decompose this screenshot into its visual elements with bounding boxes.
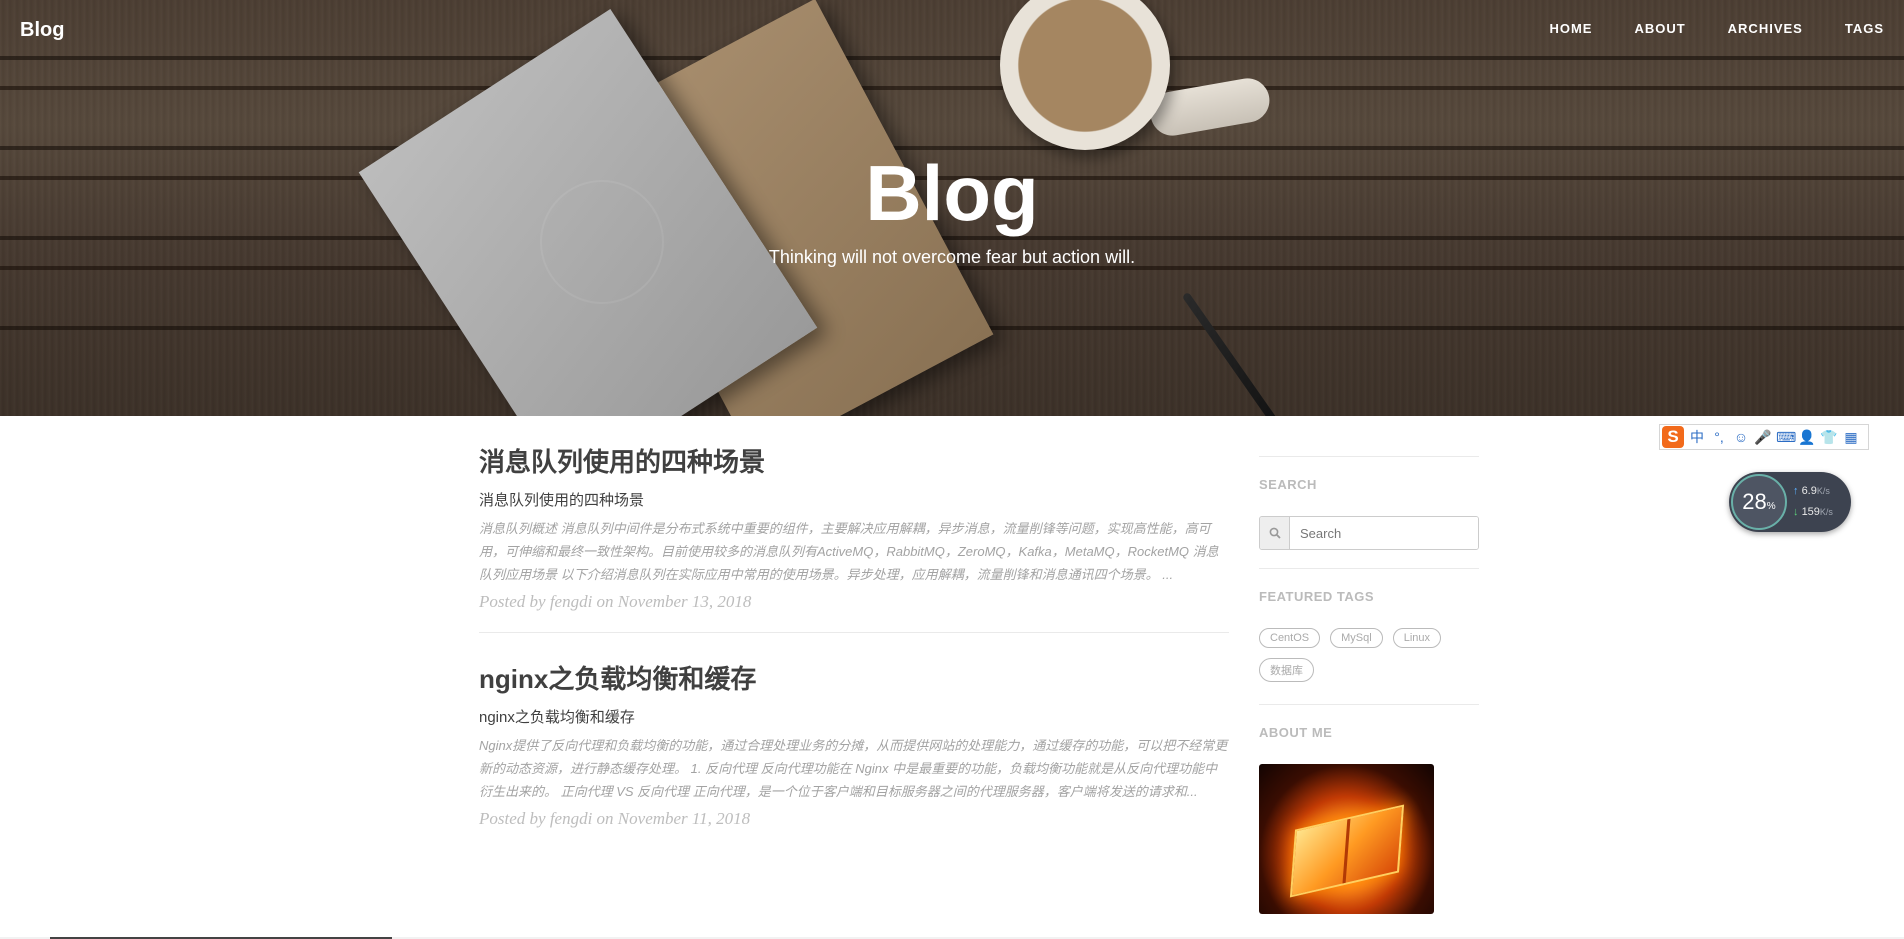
post-list: 消息队列使用的四种场景 消息队列使用的四种场景 消息队列概述 消息队列中间件是分… [479, 440, 1229, 829]
tag-list: CentOS MySql Linux 数据库 [1259, 628, 1479, 682]
post-meta: Posted by fengdi on November 13, 2018 [479, 592, 752, 611]
post-excerpt[interactable]: 消息队列概述 消息队列中间件是分布式系统中重要的组件，主要解决应用解耦，异步消息… [479, 517, 1229, 586]
upload-arrow-icon: ↑ [1793, 485, 1799, 497]
microphone-icon[interactable]: 🎤 [1754, 429, 1772, 446]
site-title: Blog [865, 149, 1039, 237]
network-speed-widget[interactable]: 28% ↑ 6.9K/s ↓ 159K/s [1729, 472, 1851, 532]
site-subtitle: Thinking will not overcome fear but acti… [768, 247, 1136, 267]
sidebar-divider [1259, 456, 1479, 457]
sidebar-divider [1259, 568, 1479, 569]
search-heading: SEARCH [1259, 477, 1317, 492]
post-preview: nginx之负载均衡和缓存 nginx之负载均衡和缓存 Nginx提供了反向代理… [479, 657, 1229, 829]
sogou-logo-icon[interactable]: S [1662, 426, 1684, 448]
post-meta: Posted by fengdi on November 11, 2018 [479, 809, 751, 828]
ime-toolbar: S 中 °, ☺ 🎤 ⌨ 👤 👕 ▦ [1659, 424, 1869, 450]
about-me-heading: ABOUT ME [1259, 725, 1333, 740]
nav-home-link[interactable]: HOME [1549, 21, 1592, 36]
upload-speed-unit: K/s [1816, 486, 1830, 496]
search-box [1259, 516, 1479, 550]
upload-speed-value: 6.9 [1801, 485, 1817, 497]
nav-archives-link[interactable]: ARCHIVES [1728, 21, 1803, 36]
nav-tags-link[interactable]: TAGS [1845, 21, 1884, 36]
download-arrow-icon: ↓ [1793, 506, 1799, 518]
nav-about-link[interactable]: ABOUT [1634, 21, 1685, 36]
user-icon[interactable]: 👤 [1798, 429, 1816, 446]
post-title-link[interactable]: 消息队列使用的四种场景 [479, 440, 1229, 484]
usage-percent-unit: % [1766, 500, 1776, 512]
post-divider [479, 632, 1229, 633]
search-icon [1260, 517, 1290, 549]
download-speed: ↓ 159K/s [1793, 506, 1833, 518]
skin-shirt-icon[interactable]: 👕 [1820, 429, 1838, 446]
main-nav: HOME ABOUT ARCHIVES TAGS [1507, 21, 1884, 36]
chinese-mode-icon[interactable]: 中 [1688, 427, 1706, 447]
download-speed-value: 159 [1801, 506, 1820, 518]
post-excerpt[interactable]: Nginx提供了反向代理和负载均衡的功能，通过合理处理业务的分摊，从而提供网站的… [479, 734, 1229, 803]
tag-database[interactable]: 数据库 [1259, 658, 1314, 682]
keyboard-icon[interactable]: ⌨ [1776, 429, 1796, 446]
burning-book-image [1289, 804, 1405, 898]
download-speed-unit: K/s [1819, 507, 1833, 517]
post-subtitle[interactable]: nginx之负载均衡和缓存 [479, 707, 1229, 729]
tag-linux[interactable]: Linux [1392, 628, 1441, 648]
post-title-link[interactable]: nginx之负载均衡和缓存 [479, 657, 1229, 701]
sidebar: SEARCH FEATURED TAGS CentOS MySql Linux … [1259, 456, 1479, 914]
search-input[interactable] [1290, 517, 1478, 549]
featured-tags-heading: FEATURED TAGS [1259, 589, 1375, 604]
emoji-icon[interactable]: ☺ [1732, 429, 1750, 445]
usage-percent-value: 28 [1742, 489, 1767, 514]
tag-mysql[interactable]: MySql [1330, 628, 1383, 648]
toolbox-grid-icon[interactable]: ▦ [1842, 429, 1860, 446]
upload-speed: ↑ 6.9K/s [1793, 485, 1830, 497]
navbar-brand[interactable]: Blog [20, 19, 64, 42]
hero-header: Blog HOME ABOUT ARCHIVES TAGS Blog Think… [0, 0, 1904, 416]
about-me-avatar [1259, 764, 1434, 914]
punctuation-icon[interactable]: °, [1710, 429, 1728, 445]
tag-centos[interactable]: CentOS [1259, 628, 1321, 648]
post-preview: 消息队列使用的四种场景 消息队列使用的四种场景 消息队列概述 消息队列中间件是分… [479, 440, 1229, 612]
sidebar-divider [1259, 704, 1479, 705]
usage-percent-gauge: 28% [1731, 474, 1787, 530]
post-subtitle[interactable]: 消息队列使用的四种场景 [479, 490, 1229, 512]
